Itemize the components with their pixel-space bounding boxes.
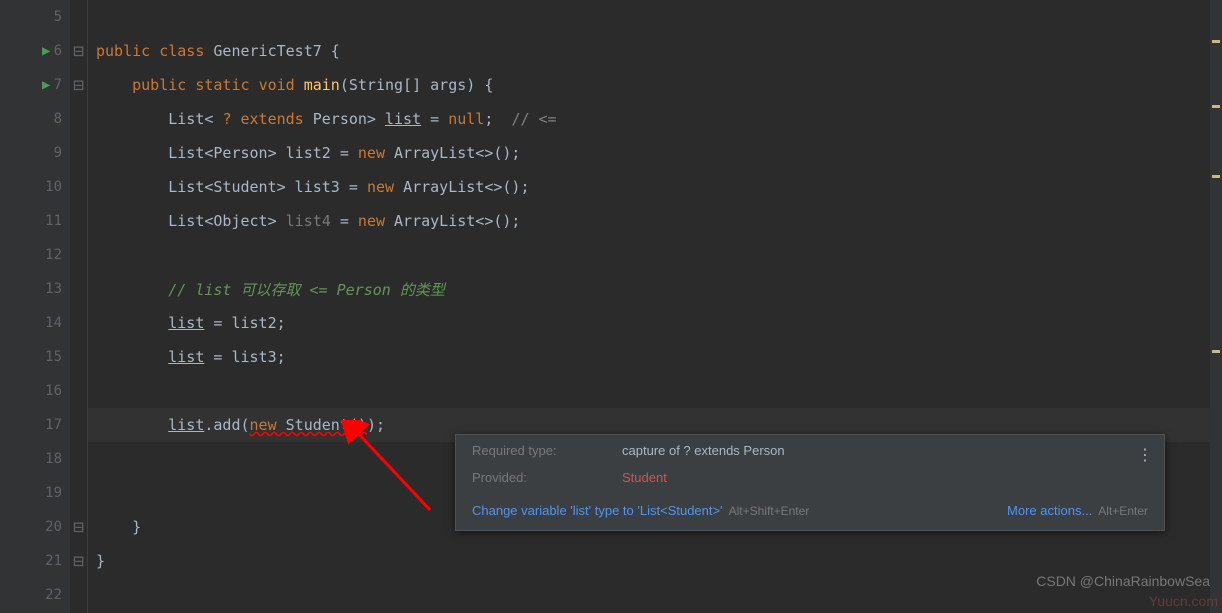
warning-marker[interactable] <box>1212 105 1220 108</box>
code-line[interactable]: public static void main(String[] args) { <box>88 68 1222 102</box>
run-icon[interactable]: ▶ <box>42 77 50 93</box>
line-number: 19 <box>45 485 62 501</box>
required-type-value: capture of ? extends Person <box>622 443 785 458</box>
line-number: 14 <box>45 315 62 331</box>
line-number: 5 <box>54 9 62 25</box>
line-number: 10 <box>45 179 62 195</box>
line-number: 15 <box>45 349 62 365</box>
provided-label: Provided: <box>472 470 622 485</box>
line-number: 8 <box>54 111 62 127</box>
error-tooltip: ⋮ Required type: capture of ? extends Pe… <box>455 434 1165 531</box>
line-number: 16 <box>45 383 62 399</box>
watermark-csdn: CSDN @ChinaRainbowSea <box>1036 573 1210 589</box>
line-number: 21 <box>45 553 62 569</box>
run-icon[interactable]: ▶ <box>42 43 50 59</box>
warning-marker[interactable] <box>1212 175 1220 178</box>
code-line[interactable] <box>88 0 1222 34</box>
fold-toggle-icon[interactable]: ⊟ <box>73 75 84 96</box>
line-number: 17 <box>45 417 62 433</box>
shortcut-hint: Alt+Enter <box>1098 504 1148 518</box>
code-line[interactable] <box>88 374 1222 408</box>
code-line[interactable] <box>88 238 1222 272</box>
line-number: 11 <box>45 213 62 229</box>
fold-end-icon[interactable]: ⊟ <box>73 551 84 572</box>
more-icon[interactable]: ⋮ <box>1137 445 1152 465</box>
line-number: 20 <box>45 519 62 535</box>
line-number: 18 <box>45 451 62 467</box>
line-number: 12 <box>45 247 62 263</box>
code-line[interactable]: // list 可以存取 <= Person 的类型 <box>88 272 1222 306</box>
more-actions-link[interactable]: More actions... <box>1007 503 1092 518</box>
code-line[interactable]: public class GenericTest7 { <box>88 34 1222 68</box>
code-line[interactable]: list = list3; <box>88 340 1222 374</box>
line-number: 22 <box>45 587 62 603</box>
fold-end-icon[interactable]: ⊟ <box>73 517 84 538</box>
warning-marker[interactable] <box>1212 40 1220 43</box>
warning-marker[interactable] <box>1212 350 1220 353</box>
change-variable-type-link[interactable]: Change variable 'list' type to 'List<Stu… <box>472 503 723 518</box>
line-number: 13 <box>45 281 62 297</box>
line-number: 9 <box>54 145 62 161</box>
code-line[interactable]: List<Object> list4 = new ArrayList<>(); <box>88 204 1222 238</box>
provided-value: Student <box>622 470 667 485</box>
shortcut-hint: Alt+Shift+Enter <box>729 504 810 518</box>
watermark-yuucn: Yuucn.com <box>1149 593 1218 609</box>
code-line[interactable]: list = list2; <box>88 306 1222 340</box>
gutter: 5 6▶ 7▶ 8 9 10 11 12 13 14 15 16 17 18 1… <box>0 0 70 613</box>
line-number: 6 <box>54 43 62 59</box>
required-type-label: Required type: <box>472 443 622 458</box>
code-line[interactable]: List<Student> list3 = new ArrayList<>(); <box>88 170 1222 204</box>
code-line[interactable]: List< ? extends Person> list = null; // … <box>88 102 1222 136</box>
code-line[interactable]: List<Person> list2 = new ArrayList<>(); <box>88 136 1222 170</box>
error-stripe <box>1210 0 1222 613</box>
fold-toggle-icon[interactable]: ⊟ <box>73 41 84 62</box>
fold-column: ⊟ ⊟ ⊟ ⊟ <box>70 0 88 613</box>
line-number: 7 <box>54 77 62 93</box>
